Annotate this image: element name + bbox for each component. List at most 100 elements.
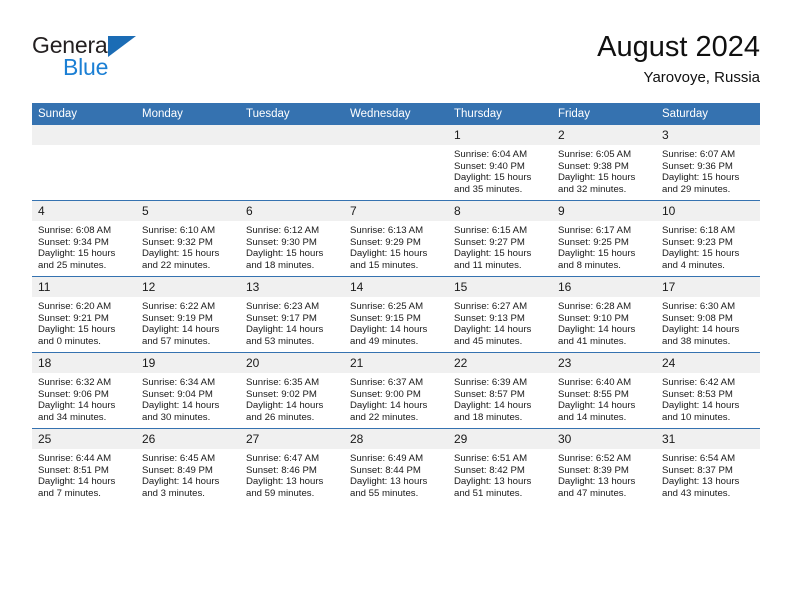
day-number: 31: [656, 429, 760, 449]
calendar-day-cell[interactable]: 23 Sunrise: 6:40 AM Sunset: 8:55 PM Dayligh…: [552, 352, 656, 429]
sunrise-time: Sunrise: 6:04 AM: [454, 149, 528, 160]
calendar-day-cell[interactable]: 26 Sunrise: 6:45 AM Sunset: 8:49 PM Dayligh…: [136, 428, 240, 504]
calendar-day-cell[interactable]: 1 Sunrise: 6:04 AM Sunset: 9:40 PM Daylight…: [448, 125, 552, 201]
calendar-day-cell[interactable]: 13 Sunrise: 6:23 AM Sunset: 9:17 PM Dayligh…: [240, 276, 344, 353]
sunset-time: Sunset: 9:23 PM: [662, 236, 733, 248]
calendar-day-cell[interactable]: 17 Sunrise: 6:30 AM Sunset: 9:08 PM Dayligh…: [656, 276, 760, 353]
calendar-day-cell[interactable]: 19 Sunrise: 6:34 AM Sunset: 9:04 PM Dayligh…: [136, 352, 240, 429]
daylight-duration: and 26 minutes.: [246, 411, 315, 423]
day-number: 5: [136, 201, 240, 221]
sunset-time: Sunset: 9:25 PM: [558, 236, 629, 248]
calendar-day-cell[interactable]: 18 Sunrise: 6:32 AM Sunset: 9:06 PM Dayligh…: [32, 352, 136, 429]
calendar-day-cell[interactable]: 10 Sunrise: 6:18 AM Sunset: 9:23 PM Dayligh…: [656, 200, 760, 277]
day-number: 26: [136, 429, 240, 449]
daylight-duration: and 47 minutes.: [558, 487, 627, 499]
day-number: 3: [656, 125, 760, 145]
calendar-day-cell[interactable]: 3 Sunrise: 6:07 AM Sunset: 9:36 PM Daylight…: [656, 125, 760, 201]
day-number: 29: [448, 429, 552, 449]
sunrise-time: Sunrise: 6:07 AM: [662, 149, 736, 160]
calendar-day-cell[interactable]: 16 Sunrise: 6:28 AM Sunset: 9:10 PM Dayligh…: [552, 276, 656, 353]
calendar-day-cell[interactable]: 21 Sunrise: 6:37 AM Sunset: 9:00 PM Dayligh…: [344, 352, 448, 429]
calendar-day-cell[interactable]: 31 Sunrise: 6:54 AM Sunset: 8:37 PM Dayligh…: [656, 428, 760, 504]
sunrise-time: Sunrise: 6:30 AM: [662, 301, 736, 312]
day-details: Sunrise: 6:35 AM Sunset: 9:02 PM Daylight:…: [240, 373, 344, 423]
calendar-day-cell[interactable]: 8 Sunrise: 6:15 AM Sunset: 9:27 PM Daylight…: [448, 200, 552, 277]
daylight-duration: and 34 minutes.: [38, 411, 107, 423]
daylight-duration: Daylight: 14 hours: [350, 400, 428, 412]
day-details: Sunrise: 6:40 AM Sunset: 8:55 PM Daylight:…: [552, 373, 656, 423]
calendar-day-cell[interactable]: 20 Sunrise: 6:35 AM Sunset: 9:02 PM Dayligh…: [240, 352, 344, 429]
general-blue-logo[interactable]: General Blue: [32, 34, 232, 90]
day-details: Sunrise: 6:44 AM Sunset: 8:51 PM Daylight:…: [32, 449, 136, 499]
calendar-day-cell[interactable]: 12 Sunrise: 6:22 AM Sunset: 9:19 PM Dayligh…: [136, 276, 240, 353]
daylight-duration: and 59 minutes.: [246, 487, 315, 499]
sunset-time: Sunset: 9:04 PM: [142, 388, 213, 400]
sunrise-time: Sunrise: 6:47 AM: [246, 453, 320, 464]
calendar-day-cell[interactable]: 9 Sunrise: 6:17 AM Sunset: 9:25 PM Daylight…: [552, 200, 656, 277]
sunset-time: Sunset: 9:10 PM: [558, 312, 629, 324]
day-details: Sunrise: 6:51 AM Sunset: 8:42 PM Daylight:…: [448, 449, 552, 499]
calendar-day-cell[interactable]: 27 Sunrise: 6:47 AM Sunset: 8:46 PM Dayligh…: [240, 428, 344, 504]
calendar-day-cell-empty: [344, 125, 448, 201]
daylight-duration: and 53 minutes.: [246, 335, 315, 347]
daylight-duration: Daylight: 14 hours: [454, 324, 532, 336]
daylight-duration: and 41 minutes.: [558, 335, 627, 347]
daylight-duration: Daylight: 13 hours: [662, 476, 740, 488]
daylight-duration: and 11 minutes.: [454, 259, 522, 271]
calendar-day-cell[interactable]: 22 Sunrise: 6:39 AM Sunset: 8:57 PM Dayligh…: [448, 352, 552, 429]
day-details: Sunrise: 6:13 AM Sunset: 9:29 PM Daylight:…: [344, 221, 448, 271]
daylight-duration: Daylight: 15 hours: [350, 248, 428, 260]
day-number: 10: [656, 201, 760, 221]
sunrise-time: Sunrise: 6:45 AM: [142, 453, 216, 464]
calendar-week-row: 25 Sunrise: 6:44 AM Sunset: 8:51 PM Dayligh…: [32, 428, 760, 504]
daylight-duration: and 18 minutes.: [246, 259, 315, 271]
sunset-time: Sunset: 9:02 PM: [246, 388, 317, 400]
daylight-duration: Daylight: 14 hours: [246, 324, 324, 336]
daylight-duration: Daylight: 14 hours: [558, 324, 636, 336]
calendar-week-row: 4 Sunrise: 6:08 AM Sunset: 9:34 PM Daylight…: [32, 200, 760, 277]
day-details: Sunrise: 6:18 AM Sunset: 9:23 PM Daylight:…: [656, 221, 760, 271]
calendar-day-cell[interactable]: 5 Sunrise: 6:10 AM Sunset: 9:32 PM Daylight…: [136, 200, 240, 277]
weekday-header-tuesday: Tuesday: [240, 103, 344, 125]
sunset-time: Sunset: 8:44 PM: [350, 464, 421, 476]
daylight-duration: Daylight: 14 hours: [662, 324, 740, 336]
logo-triangle-icon: [108, 36, 136, 57]
sunrise-time: Sunrise: 6:20 AM: [38, 301, 112, 312]
day-details: Sunrise: 6:30 AM Sunset: 9:08 PM Daylight:…: [656, 297, 760, 347]
daylight-duration: Daylight: 15 hours: [662, 172, 740, 184]
daylight-duration: and 30 minutes.: [142, 411, 211, 423]
calendar-day-cell[interactable]: 2 Sunrise: 6:05 AM Sunset: 9:38 PM Daylight…: [552, 125, 656, 201]
daylight-duration: and 7 minutes.: [38, 487, 101, 499]
daylight-duration: and 51 minutes.: [454, 487, 523, 499]
calendar-day-cell[interactable]: 7 Sunrise: 6:13 AM Sunset: 9:29 PM Daylight…: [344, 200, 448, 277]
daylight-duration: and 22 minutes.: [142, 259, 211, 271]
day-number: 20: [240, 353, 344, 373]
day-number: 23: [552, 353, 656, 373]
sunset-time: Sunset: 8:42 PM: [454, 464, 525, 476]
daylight-duration: Daylight: 15 hours: [662, 248, 740, 260]
sunrise-time: Sunrise: 6:15 AM: [454, 225, 528, 236]
logo-text-blue: Blue: [63, 54, 109, 80]
calendar-day-cell[interactable]: 28 Sunrise: 6:49 AM Sunset: 8:44 PM Dayligh…: [344, 428, 448, 504]
daylight-duration: and 8 minutes.: [558, 259, 621, 271]
sunset-time: Sunset: 8:53 PM: [662, 388, 733, 400]
weekday-header-friday: Friday: [552, 103, 656, 125]
calendar-day-cell[interactable]: 29 Sunrise: 6:51 AM Sunset: 8:42 PM Dayligh…: [448, 428, 552, 504]
calendar-day-cell[interactable]: 4 Sunrise: 6:08 AM Sunset: 9:34 PM Daylight…: [32, 200, 136, 277]
page-subtitle-location: Yarovoye, Russia: [643, 69, 760, 86]
calendar-day-cell[interactable]: 25 Sunrise: 6:44 AM Sunset: 8:51 PM Dayligh…: [32, 428, 136, 504]
calendar-day-cell[interactable]: 6 Sunrise: 6:12 AM Sunset: 9:30 PM Daylight…: [240, 200, 344, 277]
calendar-day-cell[interactable]: 30 Sunrise: 6:52 AM Sunset: 8:39 PM Dayligh…: [552, 428, 656, 504]
daylight-duration: and 38 minutes.: [662, 335, 731, 347]
daylight-duration: and 18 minutes.: [454, 411, 523, 423]
calendar-day-cell[interactable]: 11 Sunrise: 6:20 AM Sunset: 9:21 PM Dayligh…: [32, 276, 136, 353]
calendar-day-cell[interactable]: 24 Sunrise: 6:42 AM Sunset: 8:53 PM Dayligh…: [656, 352, 760, 429]
calendar-week-row: 18 Sunrise: 6:32 AM Sunset: 9:06 PM Dayligh…: [32, 352, 760, 429]
calendar-body: 1 Sunrise: 6:04 AM Sunset: 9:40 PM Daylight…: [32, 125, 760, 504]
day-details: Sunrise: 6:47 AM Sunset: 8:46 PM Daylight:…: [240, 449, 344, 499]
sunrise-time: Sunrise: 6:34 AM: [142, 377, 216, 388]
day-details: Sunrise: 6:45 AM Sunset: 8:49 PM Daylight:…: [136, 449, 240, 499]
calendar-day-cell[interactable]: 14 Sunrise: 6:25 AM Sunset: 9:15 PM Dayligh…: [344, 276, 448, 353]
calendar-day-cell[interactable]: 15 Sunrise: 6:27 AM Sunset: 9:13 PM Dayligh…: [448, 276, 552, 353]
sunrise-time: Sunrise: 6:39 AM: [454, 377, 528, 388]
